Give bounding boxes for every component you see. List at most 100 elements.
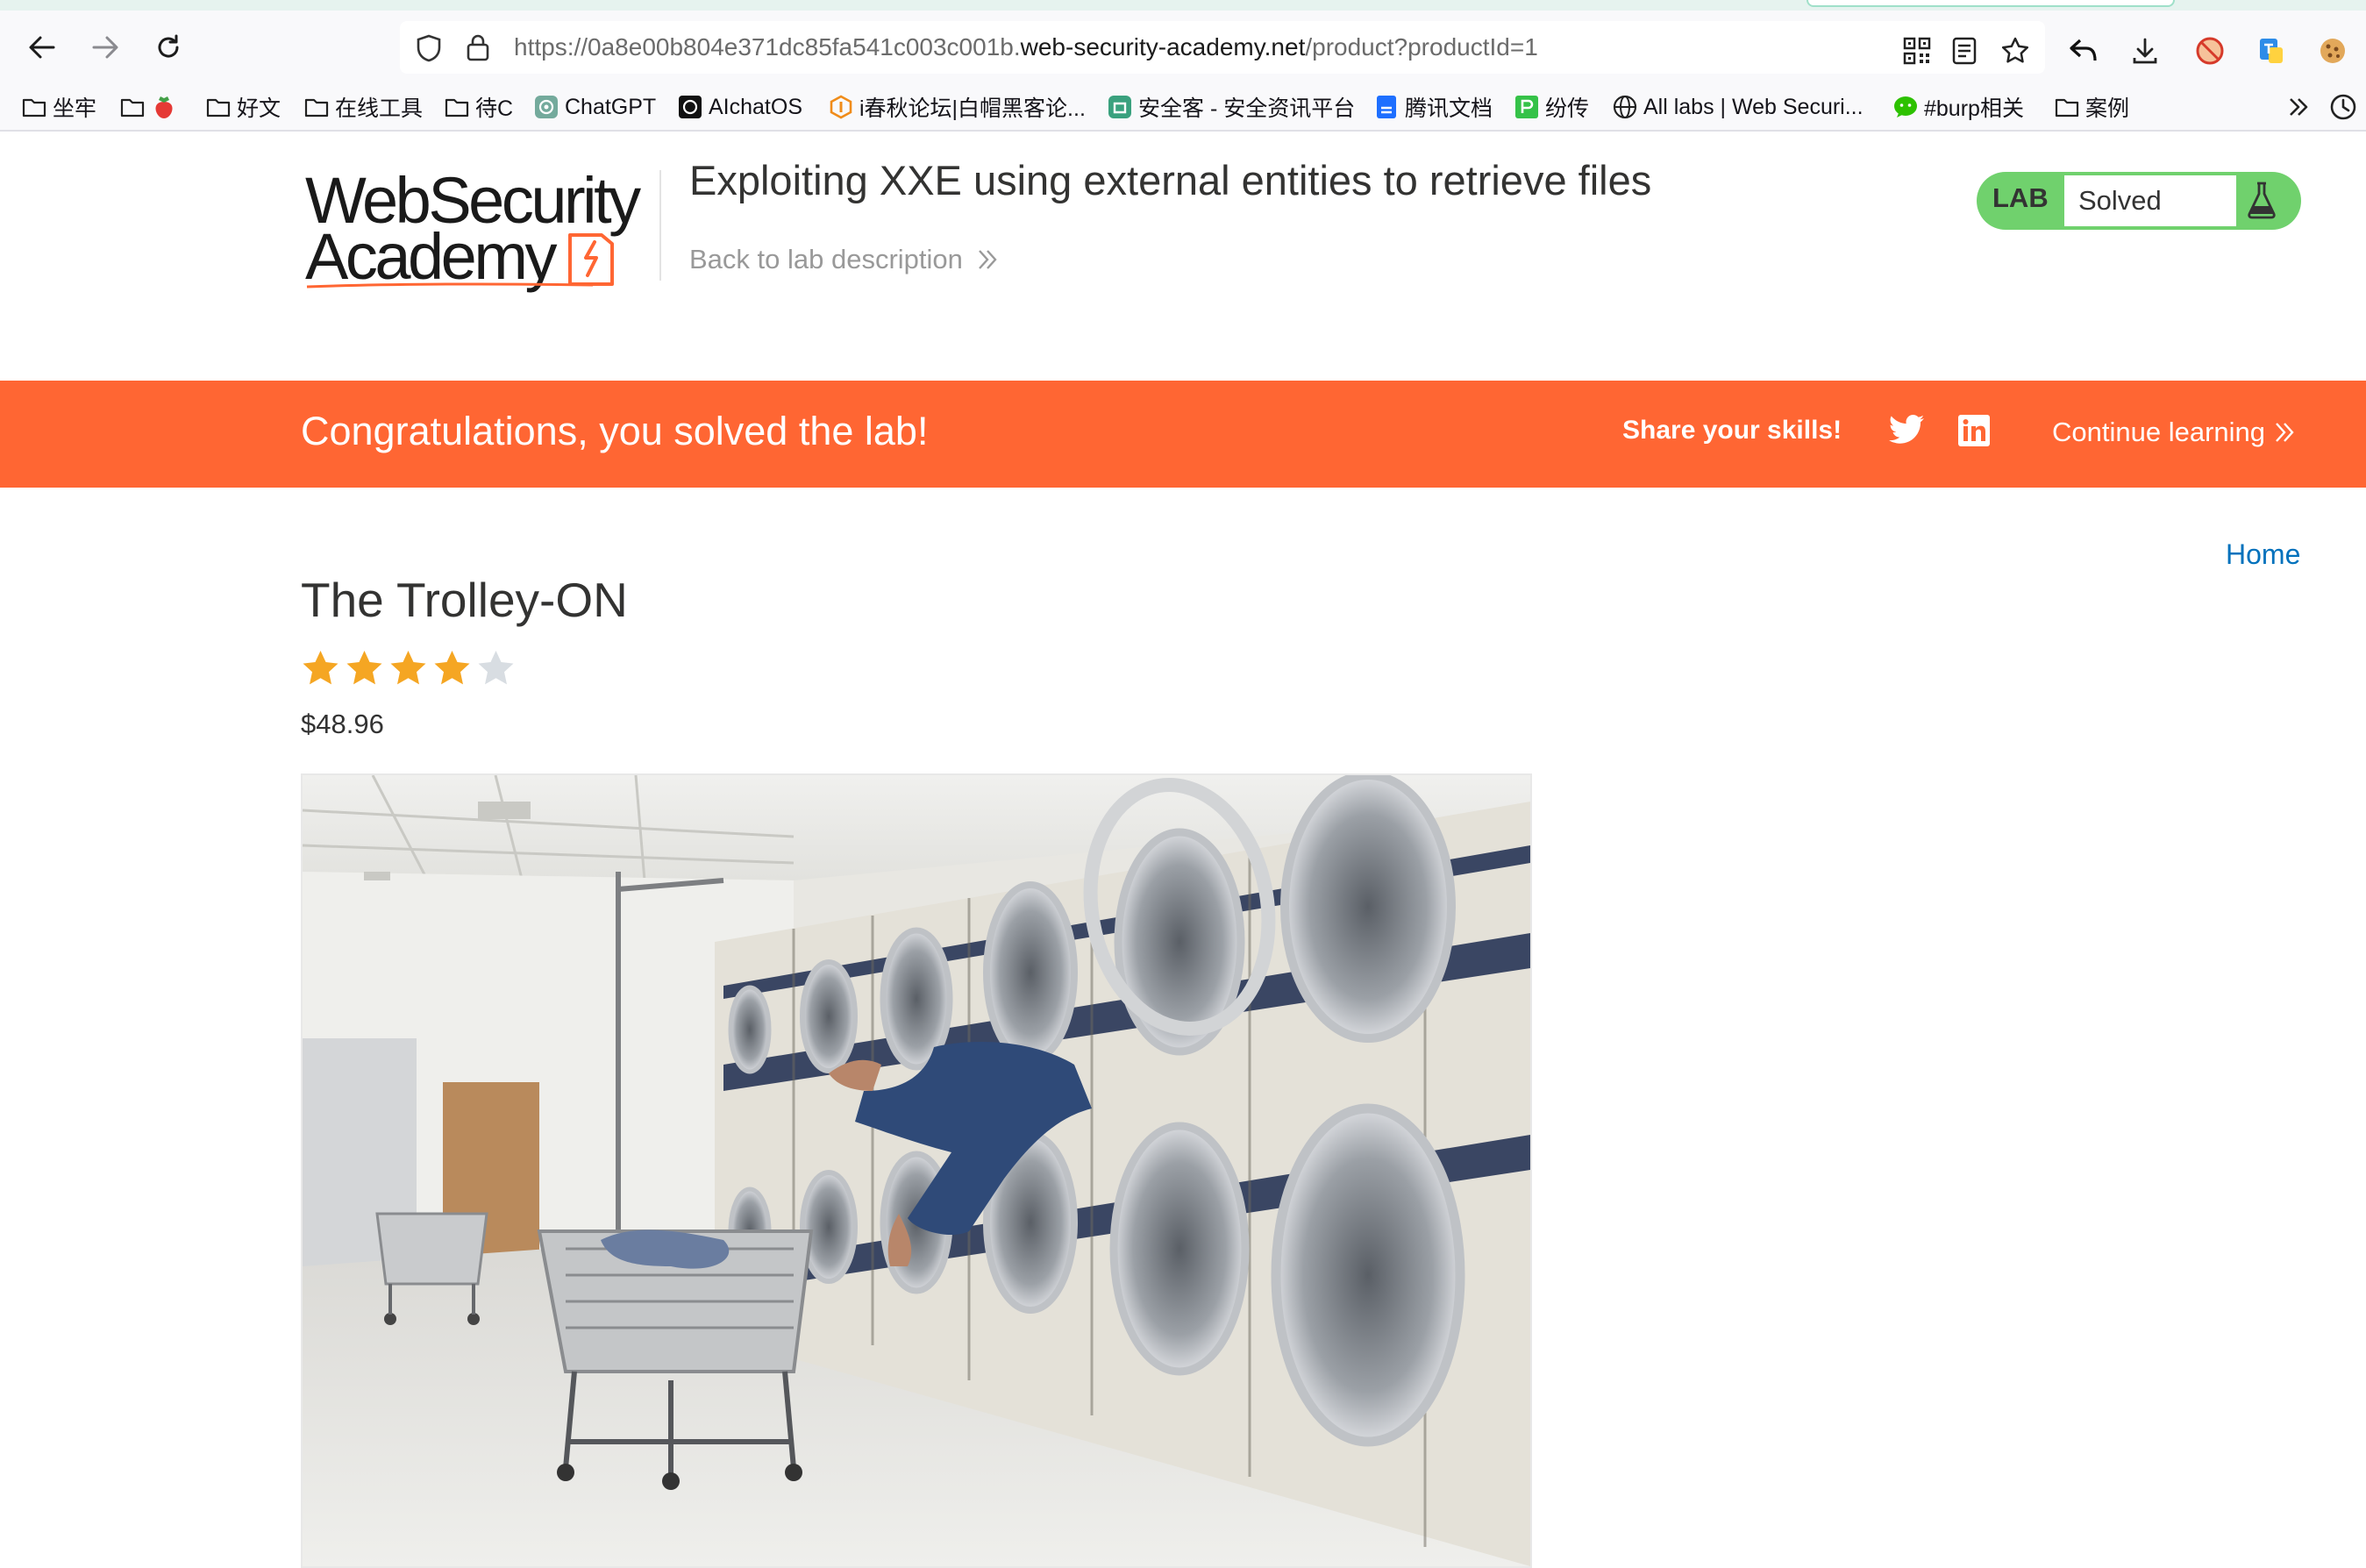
bookmark-label: 好文 [237,96,281,121]
arrow-left-icon [29,36,55,59]
shield-icon[interactable] [416,34,442,62]
bookmark-item[interactable]: 坐牢 [21,89,96,125]
ichunqiu-icon [828,94,854,120]
anquanke-icon [1107,94,1133,120]
bookmark-item[interactable]: AIchatOS [677,89,802,125]
bookmark-item[interactable]: 案例 [2054,89,2129,125]
chatgpt-icon [533,94,559,120]
clock-icon [2330,94,2356,120]
bookmark-label: 坐牢 [53,96,97,121]
translate-extension-button[interactable] [2254,33,2289,68]
url-domain: web-security-academy.net [1020,33,1306,61]
reload-icon [158,34,179,58]
star-filled-icon [303,651,339,685]
lab-status-label: LAB [1992,182,2049,213]
more-bookmarks-button[interactable] [2285,89,2312,125]
back-button[interactable] [18,23,67,72]
tencent-docs-icon [1373,94,1400,120]
bookmark-item[interactable]: ChatGPT [533,89,656,125]
folder-icon [21,94,47,120]
url-path: /product?productId=1 [1305,33,1538,61]
undo-button[interactable] [2066,33,2101,68]
double-chevron-right-icon [2276,423,2294,442]
bookmark-label: 安全客 - 安全资讯平台 [1138,96,1356,121]
bookmark-item[interactable]: All labs | Web Securi... [1612,89,1864,125]
star-filled-icon [346,651,382,685]
header-divider [659,170,661,281]
solved-banner: Congratulations, you solved the lab! Sha… [0,381,2366,488]
share-skills-label: Share your skills! [1622,416,1842,445]
web-security-academy-logo[interactable]: WebSecurity Academy [302,165,652,296]
lab-status-widget: LAB Solved [1977,172,2301,230]
star-outline-icon [2001,37,2029,63]
continue-learning-label: Continue learning [2052,417,2266,447]
qr-code-button[interactable] [1899,33,1935,68]
logo-line-2: Academy [305,220,557,293]
strawberry-icon [151,94,177,120]
bookmark-label: 案例 [2085,96,2130,121]
downloads-button[interactable] [2127,33,2163,68]
lock-icon[interactable] [467,33,489,61]
product-price: $48.96 [301,709,384,739]
bookmark-item[interactable]: 安全客 - 安全资讯平台 [1107,89,1355,125]
cookie-icon [2320,39,2345,63]
home-link[interactable]: Home [2226,538,2300,571]
reader-view-button[interactable] [1947,33,1982,68]
translate-extension-icon [2260,39,2283,63]
folder-icon [119,94,146,120]
twitter-icon[interactable] [1889,414,1926,447]
history-button[interactable] [2329,89,2357,125]
logo-bolt-icon [568,233,614,286]
cookie-extension-button[interactable] [2315,33,2350,68]
back-to-lab-description-link[interactable]: Back to lab description [689,244,998,275]
undo-arrow-icon [2070,39,2097,61]
url-text[interactable]: https://0a8e00b804e371dc85fa541c003c001b… [514,32,1538,63]
bookmark-item[interactable]: 在线工具 [303,89,423,125]
bookmark-item[interactable]: 好文 [205,89,281,125]
qr-code-icon [1903,37,1931,65]
bookmark-item[interactable]: #burp相关 [1892,89,2024,125]
bookmark-label: 待C [475,96,514,121]
block-extension-button[interactable] [2192,33,2227,68]
bookmark-item[interactable]: 纷传 [1514,89,1589,125]
bookmark-star-button[interactable] [1998,33,2033,68]
tab-strip [0,0,2366,11]
bookmark-label: #burp相关 [1924,96,2024,121]
star-empty-icon [478,651,514,685]
active-tab[interactable] [1807,0,2175,7]
url-prefix: https://0a8e00b804e371dc85fa541c003c001b… [514,33,1021,61]
folder-icon [303,94,330,120]
linkedin-icon[interactable] [1957,414,1991,447]
bookmark-item[interactable] [119,89,182,125]
bookmark-item[interactable]: 待C [444,89,513,125]
wechat-icon [1892,94,1919,120]
product-title: The Trolley-ON [301,573,628,627]
bookmark-label: ChatGPT [565,94,657,119]
bookmark-label: 纷传 [1545,96,1590,121]
continue-learning-link[interactable]: Continue learning [2052,417,2295,448]
reload-button[interactable] [144,23,193,72]
browser-toolbar: https://0a8e00b804e371dc85fa541c003c001b… [0,11,2366,84]
arrow-right-icon [92,36,118,59]
product-image [301,773,1532,1568]
folder-icon [444,94,470,120]
block-extension-icon [2196,37,2224,65]
flask-icon [2248,182,2276,219]
bookmark-item[interactable]: i春秋论坛|白帽黑客论... [828,89,1086,125]
bookmark-label: 腾讯文档 [1405,96,1493,121]
star-filled-icon [390,651,426,685]
double-chevron-right-icon [2290,98,2308,116]
bookmark-label: 在线工具 [335,96,424,121]
lab-status-value: Solved [2078,185,2162,216]
address-bar[interactable]: https://0a8e00b804e371dc85fa541c003c001b… [400,21,2045,74]
fenchuan-icon [1514,94,1540,120]
star-filled-icon [434,651,470,685]
product-rating [301,649,520,689]
forward-button[interactable] [81,23,130,72]
back-link-label: Back to lab description [689,244,963,274]
bookmark-label: AIchatOS [709,94,802,119]
reader-view-icon [1952,37,1977,65]
bookmark-label: All labs | Web Securi... [1643,94,1864,119]
lab-title: Exploiting XXE using external entities t… [689,157,1652,203]
bookmark-item[interactable]: 腾讯文档 [1373,89,1493,125]
